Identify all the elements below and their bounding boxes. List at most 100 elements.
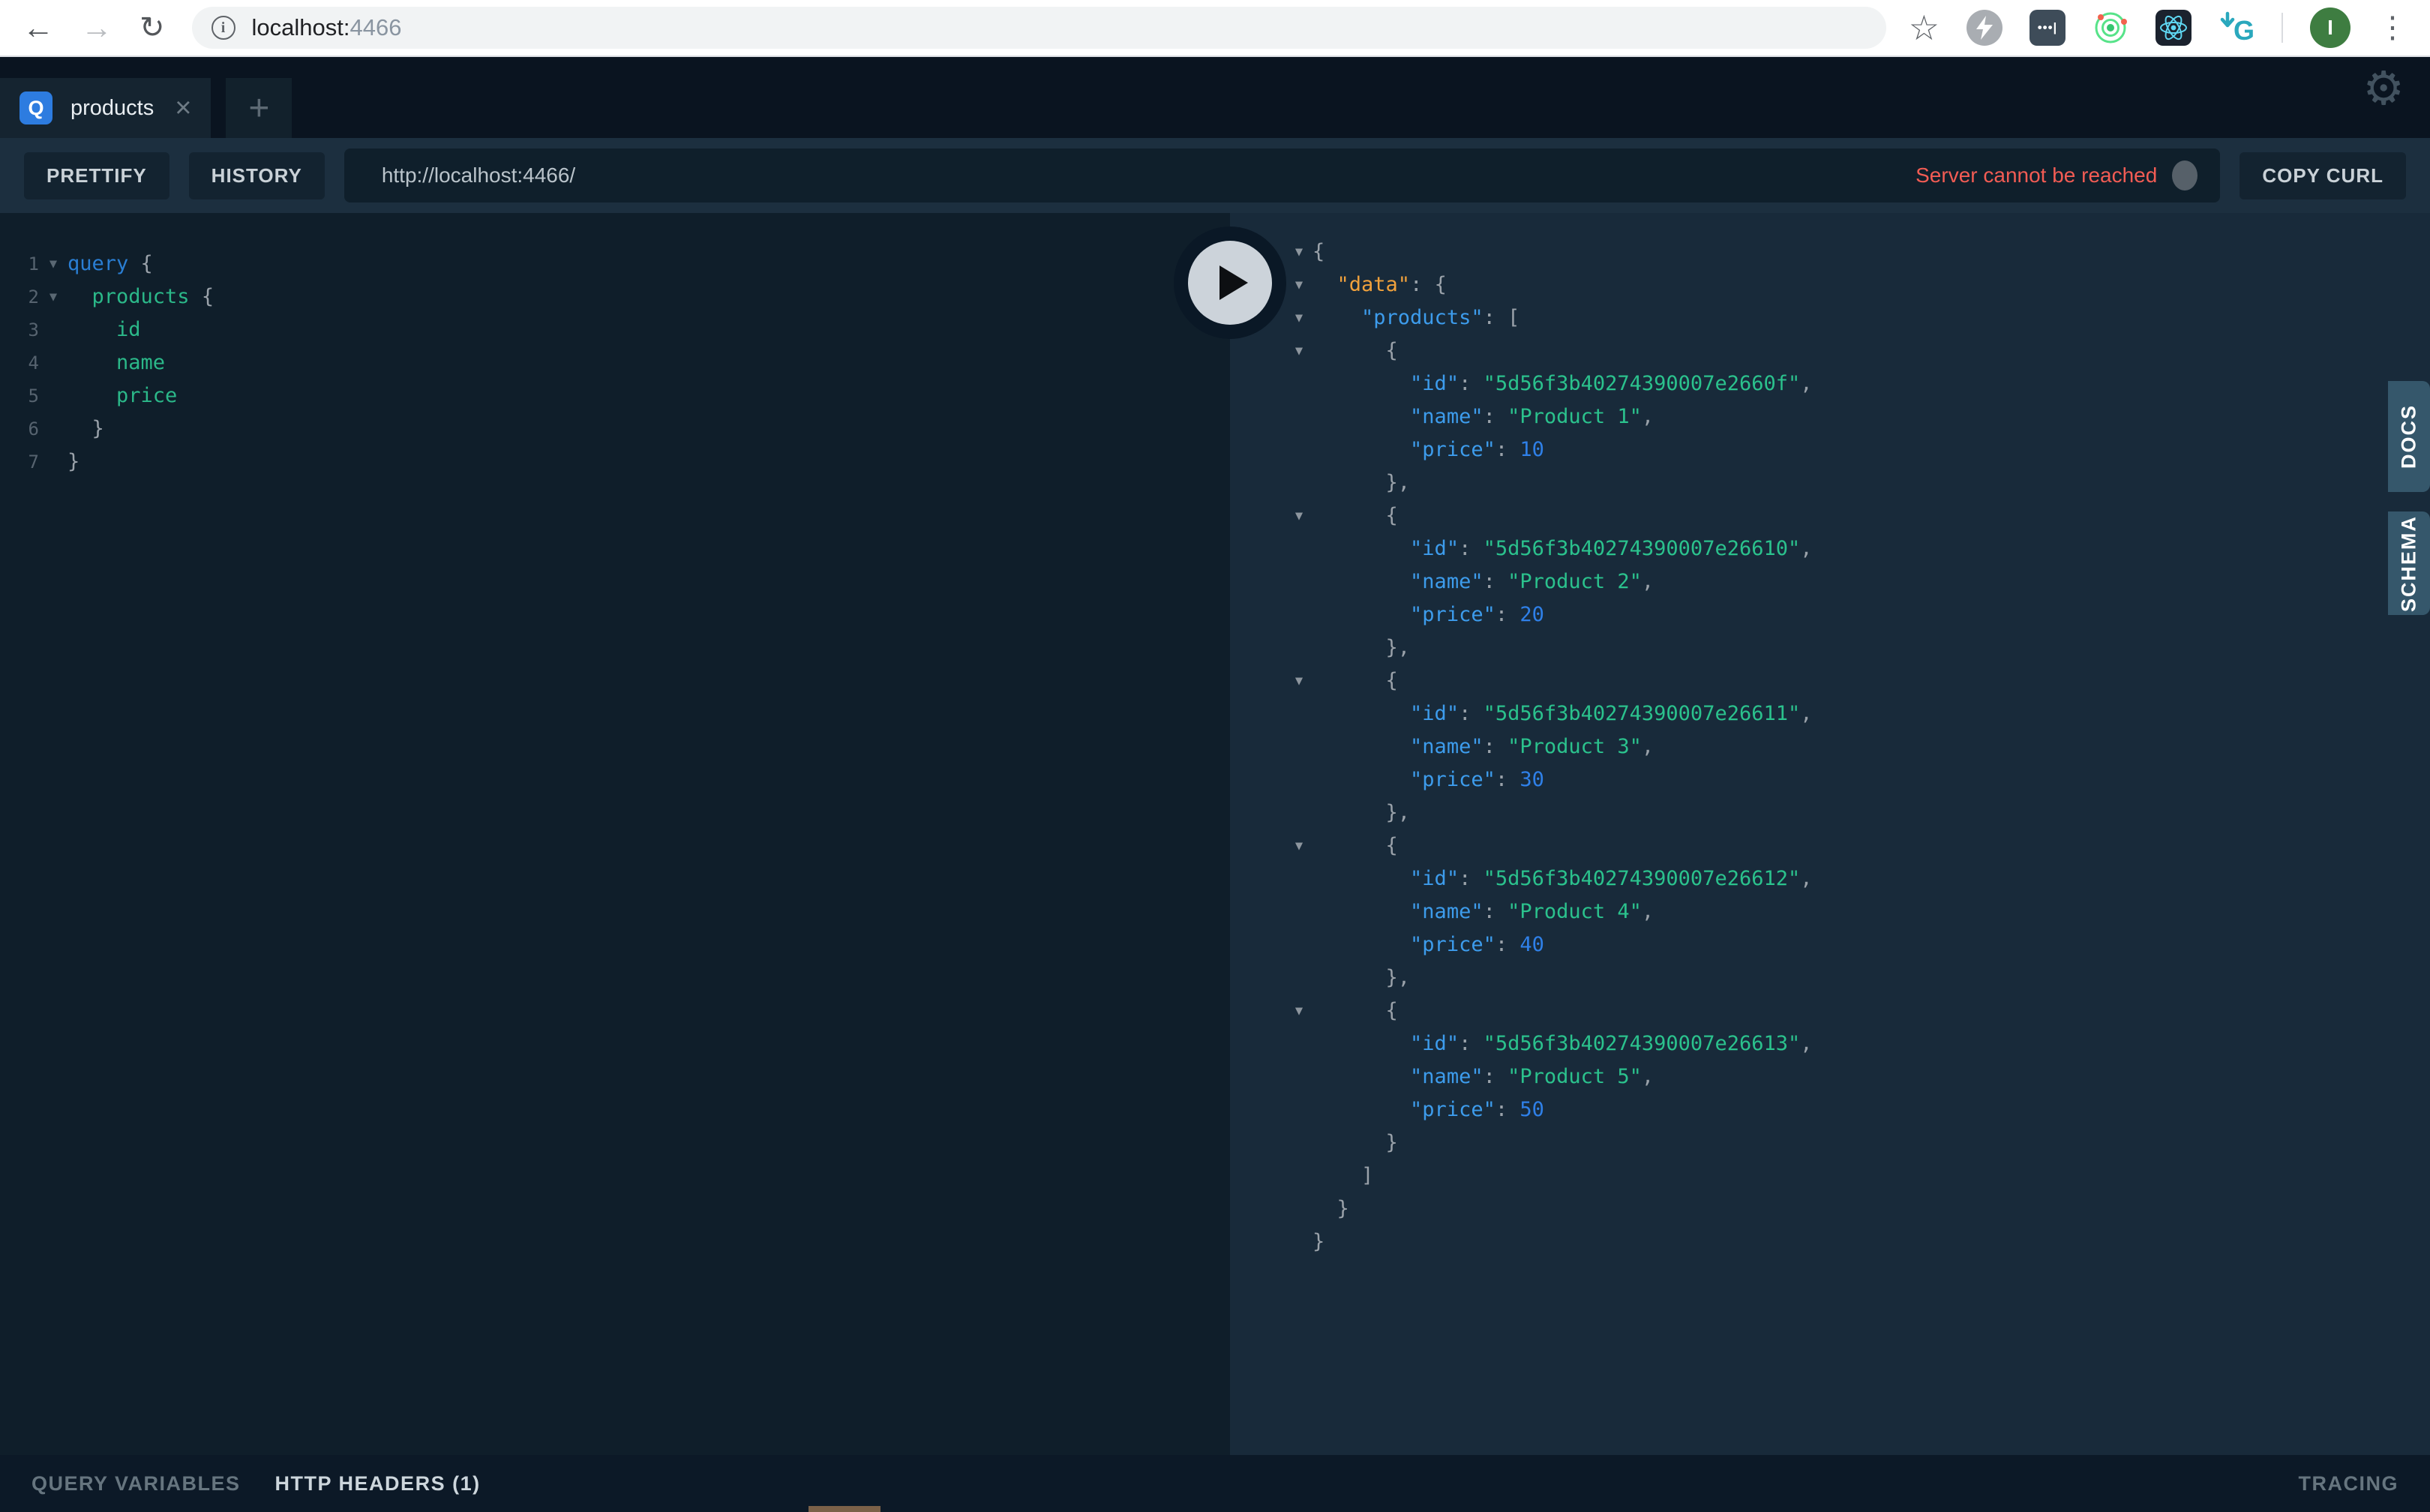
password-manager-extension-icon[interactable]: •••| bbox=[2030, 10, 2066, 46]
fold-gutter bbox=[1286, 434, 1312, 466]
bookmark-star-icon[interactable]: ☆ bbox=[1909, 10, 1940, 45]
profile-avatar[interactable]: I bbox=[2310, 8, 2350, 48]
fold-gutter bbox=[1286, 400, 1312, 434]
fold-gutter bbox=[1286, 1028, 1312, 1060]
code-text: "data": { bbox=[1336, 273, 1447, 296]
code-text: }, bbox=[1385, 636, 1411, 659]
copy-curl-button[interactable]: COPY CURL bbox=[2240, 152, 2406, 200]
docs-tab[interactable]: DOCS bbox=[2388, 381, 2430, 492]
fold-gutter bbox=[1286, 566, 1312, 598]
code-text: } bbox=[92, 417, 104, 440]
tab-products[interactable]: Q products × bbox=[0, 78, 212, 138]
server-status-text: Server cannot be reached bbox=[1916, 164, 2158, 187]
http-headers-tab[interactable]: HTTP HEADERS (1) bbox=[275, 1472, 481, 1496]
history-button[interactable]: HISTORY bbox=[188, 152, 325, 200]
code-text: query { bbox=[68, 252, 153, 275]
tab-label: products bbox=[70, 95, 154, 120]
graphql-bin-extension-icon[interactable]: G bbox=[2218, 10, 2254, 46]
code-line: "price": 50 bbox=[1286, 1094, 2430, 1126]
browser-chrome: ← → ↻ i localhost: 4466 ☆ •••| G I ⋮ bbox=[0, 0, 2430, 57]
code-text: }, bbox=[1385, 471, 1411, 494]
query-variables-tab[interactable]: QUERY VARIABLES bbox=[32, 1472, 241, 1496]
orbit-extension-icon[interactable] bbox=[2092, 10, 2128, 46]
code-line: ▼ "products": [ bbox=[1286, 302, 2430, 334]
code-line[interactable]: 2 ▼ products { bbox=[0, 280, 1230, 314]
fold-gutter bbox=[39, 446, 68, 478]
fold-arrow-icon[interactable]: ▼ bbox=[39, 248, 68, 280]
prettify-button[interactable]: PRETTIFY bbox=[24, 152, 170, 200]
fold-arrow-icon[interactable]: ▼ bbox=[1286, 500, 1312, 532]
code-line: "name": "Product 2", bbox=[1286, 566, 2430, 598]
code-line[interactable]: 1 ▼ query { bbox=[0, 248, 1230, 280]
fold-gutter bbox=[1286, 1094, 1312, 1126]
lightning-extension-icon[interactable] bbox=[1966, 10, 2002, 46]
code-line: }, bbox=[1286, 796, 2430, 830]
code-line[interactable]: 6 } bbox=[0, 412, 1230, 446]
fold-gutter bbox=[1286, 598, 1312, 632]
code-text: "id": "5d56f3b40274390007e2660f", bbox=[1410, 372, 1813, 395]
code-line: "id": "5d56f3b40274390007e26610", bbox=[1286, 532, 2430, 566]
code-line: ▼{ bbox=[1286, 236, 2430, 268]
query-editor[interactable]: 1 ▼ query {2 ▼ products {3 id 4 name 5 price 6… bbox=[0, 213, 1230, 1455]
code-line: "id": "5d56f3b40274390007e2660f", bbox=[1286, 368, 2430, 400]
code-line: } bbox=[1286, 1126, 2430, 1160]
browser-icons: ☆ •••| G I ⋮ bbox=[1909, 8, 2408, 48]
code-text: { bbox=[1385, 504, 1398, 527]
fold-arrow-icon[interactable]: ▼ bbox=[1286, 334, 1312, 368]
fold-gutter bbox=[1286, 1160, 1312, 1192]
back-arrow-icon[interactable]: ← bbox=[22, 12, 54, 44]
new-tab-button[interactable]: + bbox=[226, 78, 292, 138]
divider bbox=[2282, 13, 2283, 43]
code-line[interactable]: 3 id bbox=[0, 314, 1230, 346]
code-text: }, bbox=[1385, 801, 1411, 824]
code-line: } bbox=[1286, 1192, 2430, 1226]
fold-arrow-icon[interactable]: ▼ bbox=[1286, 236, 1312, 268]
code-line[interactable]: 4 name bbox=[0, 346, 1230, 380]
settings-gear-icon[interactable]: ⚙ bbox=[2362, 66, 2404, 112]
code-line[interactable]: 7} bbox=[0, 446, 1230, 478]
code-line: "name": "Product 5", bbox=[1286, 1060, 2430, 1094]
forward-arrow-icon[interactable]: → bbox=[81, 12, 112, 44]
fold-arrow-icon[interactable]: ▼ bbox=[1286, 664, 1312, 698]
fold-gutter bbox=[1286, 698, 1312, 730]
reload-icon[interactable]: ↻ bbox=[140, 13, 165, 43]
fold-gutter bbox=[1286, 1060, 1312, 1094]
fold-gutter bbox=[1286, 962, 1312, 994]
react-devtools-extension-icon[interactable] bbox=[2156, 10, 2192, 46]
code-text: "name": "Product 5", bbox=[1410, 1065, 1654, 1088]
query-badge: Q bbox=[20, 92, 52, 124]
schema-tab[interactable]: SCHEMA bbox=[2388, 512, 2430, 615]
code-line: "price": 30 bbox=[1286, 764, 2430, 796]
code-text: "price": 30 bbox=[1410, 768, 1544, 791]
address-bar[interactable]: i localhost: 4466 bbox=[191, 7, 1886, 49]
code-text: ] bbox=[1361, 1164, 1374, 1187]
fold-gutter bbox=[1286, 764, 1312, 796]
code-text: { bbox=[1385, 669, 1398, 692]
fold-arrow-icon[interactable]: ▼ bbox=[1286, 830, 1312, 862]
code-text: "id": "5d56f3b40274390007e26613", bbox=[1410, 1032, 1813, 1055]
code-text: "id": "5d56f3b40274390007e26610", bbox=[1410, 537, 1813, 560]
line-number: 3 bbox=[28, 320, 39, 340]
code-text: "name": "Product 4", bbox=[1410, 900, 1654, 923]
code-text: "name": "Product 3", bbox=[1410, 735, 1654, 758]
site-info-icon[interactable]: i bbox=[211, 16, 236, 40]
code-text: "price": 20 bbox=[1410, 603, 1544, 626]
endpoint-input[interactable]: http://localhost:4466/ Server cannot be … bbox=[344, 148, 2221, 202]
screen: ← → ↻ i localhost: 4466 ☆ •••| G I ⋮ Q p… bbox=[0, 0, 2430, 1512]
code-line: "price": 40 bbox=[1286, 928, 2430, 962]
close-tab-icon[interactable]: × bbox=[175, 94, 191, 122]
fold-arrow-icon[interactable]: ▼ bbox=[39, 280, 68, 314]
browser-menu-icon[interactable]: ⋮ bbox=[2378, 13, 2408, 43]
line-number: 7 bbox=[28, 452, 39, 472]
code-text: "products": [ bbox=[1361, 306, 1520, 329]
endpoint-url: http://localhost:4466/ bbox=[381, 164, 576, 187]
fold-arrow-icon[interactable]: ▼ bbox=[1286, 268, 1312, 302]
code-line[interactable]: 5 price bbox=[0, 380, 1230, 412]
execute-query-button[interactable] bbox=[1174, 226, 1286, 339]
fold-arrow-icon[interactable]: ▼ bbox=[1286, 302, 1312, 334]
code-line: "price": 20 bbox=[1286, 598, 2430, 632]
fold-arrow-icon[interactable]: ▼ bbox=[1286, 994, 1312, 1028]
tracing-tab[interactable]: TRACING bbox=[2299, 1472, 2399, 1496]
bottom-bar: QUERY VARIABLES HTTP HEADERS (1) TRACING bbox=[0, 1455, 2430, 1512]
code-line: ▼ { bbox=[1286, 500, 2430, 532]
